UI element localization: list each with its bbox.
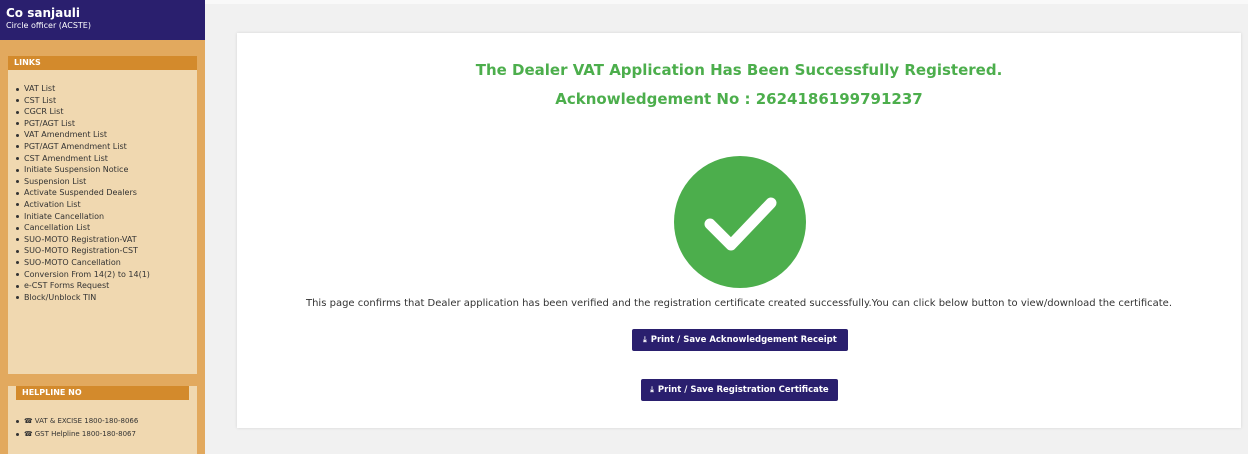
- acknowledgement-number: Acknowledgement No : 2624186199791237: [555, 90, 923, 108]
- phone-icon: ☎: [24, 430, 33, 438]
- print-registration-certificate-button[interactable]: ⤓ Print / Save Registration Certificate: [641, 379, 838, 401]
- top-bar: [205, 0, 1248, 4]
- helpline-list: ☎ VAT & EXCISE 1800-180-8066 ☎ GST Helplin…: [8, 400, 197, 441]
- links-list: VAT List CST List CGCR List PGT/AGT List…: [8, 70, 197, 303]
- download-icon: ⤓: [643, 335, 647, 344]
- sidebar-link-vat-list[interactable]: VAT List: [14, 83, 197, 95]
- user-box: Co sanjauli Circle officer (ACSTE): [0, 0, 205, 40]
- sidebar-link-cst-amendment-list[interactable]: CST Amendment List: [14, 153, 197, 165]
- helpline-item: ☎ VAT & EXCISE 1800-180-8066: [14, 415, 197, 428]
- sidebar-link-suo-moto-registration-vat[interactable]: SUO-MOTO Registration-VAT: [14, 234, 197, 246]
- button-label: Print / Save Acknowledgement Receipt: [650, 335, 837, 345]
- download-icon: ⤓: [650, 385, 654, 394]
- sidebar-link-suo-moto-cancellation[interactable]: SUO-MOTO Cancellation: [14, 257, 197, 269]
- sidebar-link-ecst-forms-request[interactable]: e-CST Forms Request: [14, 280, 197, 292]
- success-title: The Dealer VAT Application Has Been Succ…: [475, 61, 1003, 79]
- user-role: Circle officer (ACSTE): [6, 21, 91, 30]
- helpline-item: ☎ GST Helpline 1800-180-8067: [14, 428, 197, 441]
- sidebar-link-vat-amendment-list[interactable]: VAT Amendment List: [14, 129, 197, 141]
- sidebar-link-cancellation-list[interactable]: Cancellation List: [14, 222, 197, 234]
- sidebar-link-conversion[interactable]: Conversion From 14(2) to 14(1): [14, 269, 197, 281]
- confirmation-message: This page confirms that Dealer applicati…: [305, 298, 1172, 309]
- user-name: Co sanjauli: [6, 6, 80, 20]
- helpline-text: GST Helpline 1800-180-8067: [34, 430, 136, 438]
- sidebar-link-initiate-cancellation[interactable]: Initiate Cancellation: [14, 211, 197, 223]
- sidebar-link-activate-suspended-dealers[interactable]: Activate Suspended Dealers: [14, 187, 197, 199]
- sidebar-link-suspension-list[interactable]: Suspension List: [14, 176, 197, 188]
- links-header: LINKS: [8, 56, 197, 70]
- helpline-panel: HELPLINE NO ☎ VAT & EXCISE 1800-180-8066 …: [8, 386, 197, 454]
- print-ack-receipt-button[interactable]: ⤓ Print / Save Acknowledgement Receipt: [632, 329, 848, 351]
- sidebar-link-block-unblock-tin[interactable]: Block/Unblock TIN: [14, 292, 197, 304]
- success-check-icon: [674, 156, 806, 288]
- sidebar-link-cgcr-list[interactable]: CGCR List: [14, 106, 197, 118]
- sidebar: Co sanjauli Circle officer (ACSTE) LINKS…: [0, 0, 205, 454]
- sidebar-link-activation-list[interactable]: Activation List: [14, 199, 197, 211]
- helpline-text: VAT & EXCISE 1800-180-8066: [34, 417, 139, 425]
- helpline-header: HELPLINE NO: [16, 386, 189, 400]
- button-label: Print / Save Registration Certificate: [657, 385, 829, 395]
- sidebar-link-cst-list[interactable]: CST List: [14, 95, 197, 107]
- sidebar-link-pgt-agt-list[interactable]: PGT/AGT List: [14, 118, 197, 130]
- sidebar-link-suo-moto-registration-cst[interactable]: SUO-MOTO Registration-CST: [14, 245, 197, 257]
- sidebar-link-pgt-agt-amendment-list[interactable]: PGT/AGT Amendment List: [14, 141, 197, 153]
- success-card: The Dealer VAT Application Has Been Succ…: [237, 33, 1241, 428]
- phone-icon: ☎: [24, 417, 33, 425]
- links-panel: LINKS VAT List CST List CGCR List PGT/AG…: [8, 56, 197, 374]
- sidebar-link-initiate-suspension-notice[interactable]: Initiate Suspension Notice: [14, 164, 197, 176]
